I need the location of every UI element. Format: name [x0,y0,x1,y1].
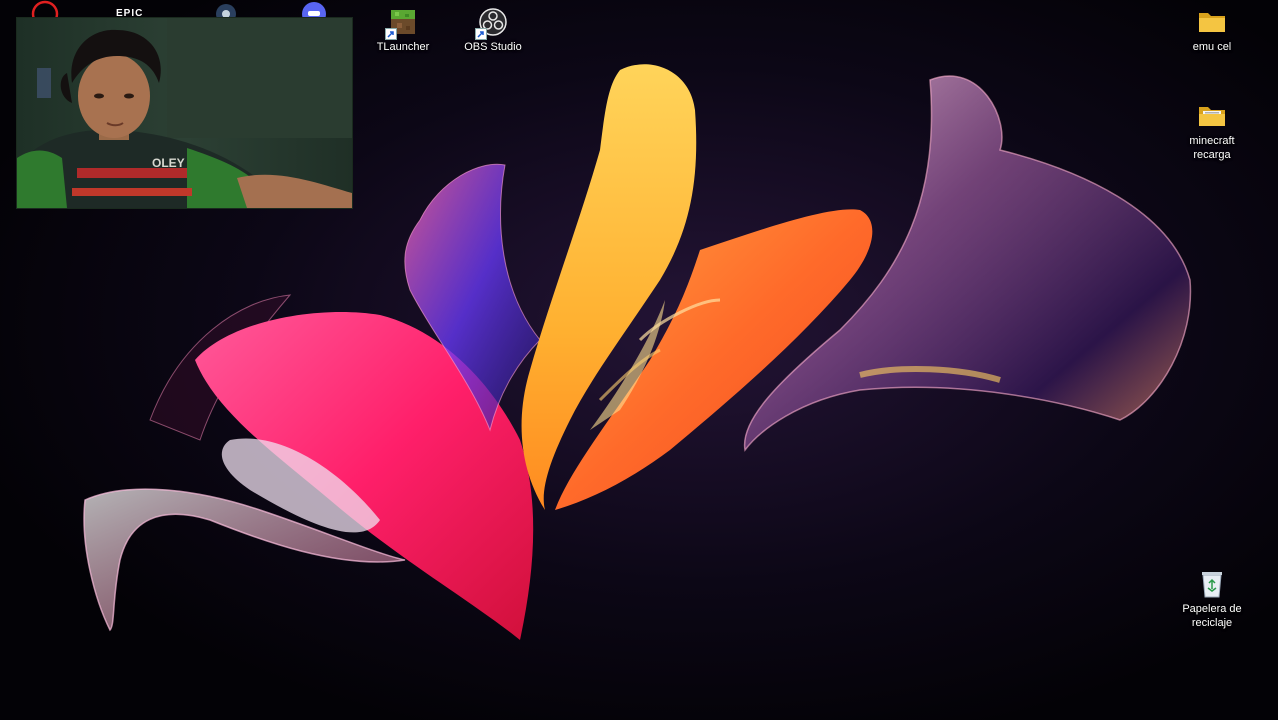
shirt-text: OLEY [152,156,185,170]
desktop-icon-obs-studio[interactable]: OBS Studio [454,6,532,54]
webcam-feed: OLEY [17,18,352,208]
desktop[interactable]: EPIC OLEY TLauncher OBS Studio emu cel m… [0,0,1278,720]
obs-studio-icon [475,6,509,40]
desktop-icon-emu-cel[interactable]: emu cel [1173,6,1251,54]
desktop-icon-tlauncher[interactable]: TLauncher [364,6,442,54]
folder-icon [1196,6,1228,38]
shortcut-arrow-icon [385,28,397,40]
desktop-icon-minecraft-recarga[interactable]: minecraft recarga [1173,100,1251,162]
recycle-bin-label: Papelera de reciclaje [1182,603,1242,629]
webcam-overlay[interactable]: OLEY [16,17,353,209]
recycle-bin-icon [1196,568,1228,600]
emu-cel-label: emu cel [1192,41,1232,53]
tlauncher-icon [385,6,419,40]
desktop-icon-recycle-bin[interactable]: Papelera de reciclaje [1173,568,1251,630]
minecraft-recarga-label: minecraft recarga [1189,135,1235,161]
obs-studio-label: OBS Studio [464,41,522,53]
folder-icon [1196,100,1228,132]
shortcut-arrow-icon [475,28,487,40]
tlauncher-label: TLauncher [376,41,430,53]
